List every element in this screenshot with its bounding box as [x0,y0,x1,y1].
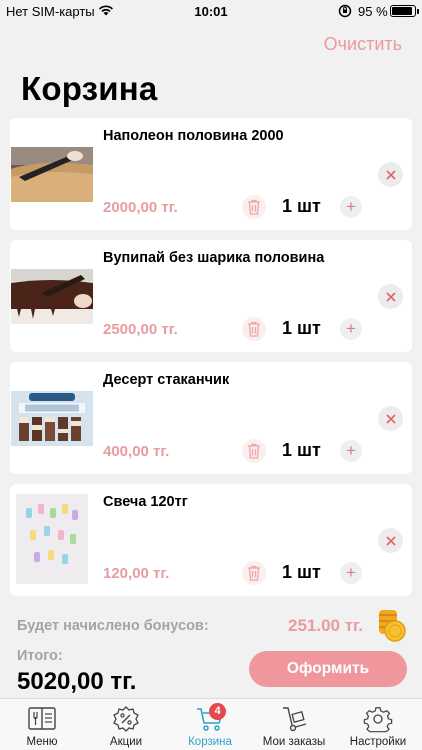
product-name: Вупипай без шарика половина [103,250,325,266]
tab-label: Мои заказы [262,736,326,748]
tab-label: Акции [109,736,143,748]
product-price: 400,00 тг. [103,443,170,460]
product-price: 2500,00 тг. [103,321,178,338]
discount-badge-icon [111,705,141,733]
page-title: Корзина [21,70,158,107]
product-image-dessert-cups[interactable] [11,391,93,446]
product-price: 120,00 тг. [103,565,170,582]
battery-percent: 95 % [358,4,388,19]
tab-label: Корзина [188,736,232,748]
checkout-button[interactable]: Оформить [249,651,407,687]
status-bar: Нет SIM-карты 10:01 95 % [0,0,422,24]
product-image-whoopie-pie[interactable] [11,269,93,324]
remove-item-button[interactable] [378,162,403,187]
bonus-label: Будет начислено бонусов: [17,618,209,634]
tab-cart[interactable]: 4 Корзина [168,699,252,750]
cart-list: Наполеон половина 2000 2000,00 тг. 1 шт … [10,118,412,606]
increase-quantity-button[interactable]: + [340,318,362,340]
remove-item-button[interactable] [378,528,403,553]
cart-item: Вупипай без шарика половина 2500,00 тг. … [10,240,412,352]
close-icon [385,291,396,302]
trash-icon[interactable] [242,195,266,219]
product-image-candles[interactable] [16,494,88,584]
product-quantity: 1 шт [282,562,321,582]
tab-my-orders[interactable]: Мои заказы [252,699,336,750]
product-name: Десерт стаканчик [103,372,230,388]
tab-label: Меню [26,736,58,748]
remove-item-button[interactable] [378,406,403,431]
trash-icon[interactable] [242,439,266,463]
product-price: 2000,00 тг. [103,199,178,216]
tab-bar: Меню Акции 4 Корзина Мои заказы Настройк… [0,698,422,750]
total-label: Итого: [17,648,63,664]
increase-quantity-button[interactable]: + [340,440,362,462]
tab-settings[interactable]: Настройки [336,699,420,750]
increase-quantity-button[interactable]: + [340,562,362,584]
product-name: Наполеон половина 2000 [103,128,284,144]
cart-item: Наполеон половина 2000 2000,00 тг. 1 шт … [10,118,412,230]
tab-label: Настройки [349,736,407,748]
bonus-value: 251.00 тг. [288,616,364,635]
tab-promotions[interactable]: Акции [84,699,168,750]
tab-menu[interactable]: Меню [0,699,84,750]
clear-cart-button[interactable]: Очистить [324,34,402,55]
trash-icon[interactable] [242,561,266,585]
battery-icon [390,5,419,17]
trash-icon[interactable] [242,317,266,341]
menu-book-icon [27,705,57,733]
cart-count-badge: 4 [209,703,226,720]
product-quantity: 1 шт [282,440,321,460]
gear-icon [363,705,393,733]
rotation-lock-icon [338,4,352,21]
remove-item-button[interactable] [378,284,403,309]
product-quantity: 1 шт [282,318,321,338]
product-quantity: 1 шт [282,196,321,216]
close-icon [385,535,396,546]
close-icon [385,169,396,180]
cart-item: Десерт стаканчик 400,00 тг. 1 шт + [10,362,412,474]
total-value: 5020,00 тг. [17,668,137,695]
increase-quantity-button[interactable]: + [340,196,362,218]
hand-truck-icon [279,705,309,733]
cart-item: Свеча 120тг 120,00 тг. 1 шт + [10,484,412,596]
coins-icon [377,608,407,642]
product-image-napoleon[interactable] [11,147,93,202]
product-name: Свеча 120тг [103,494,188,510]
close-icon [385,413,396,424]
